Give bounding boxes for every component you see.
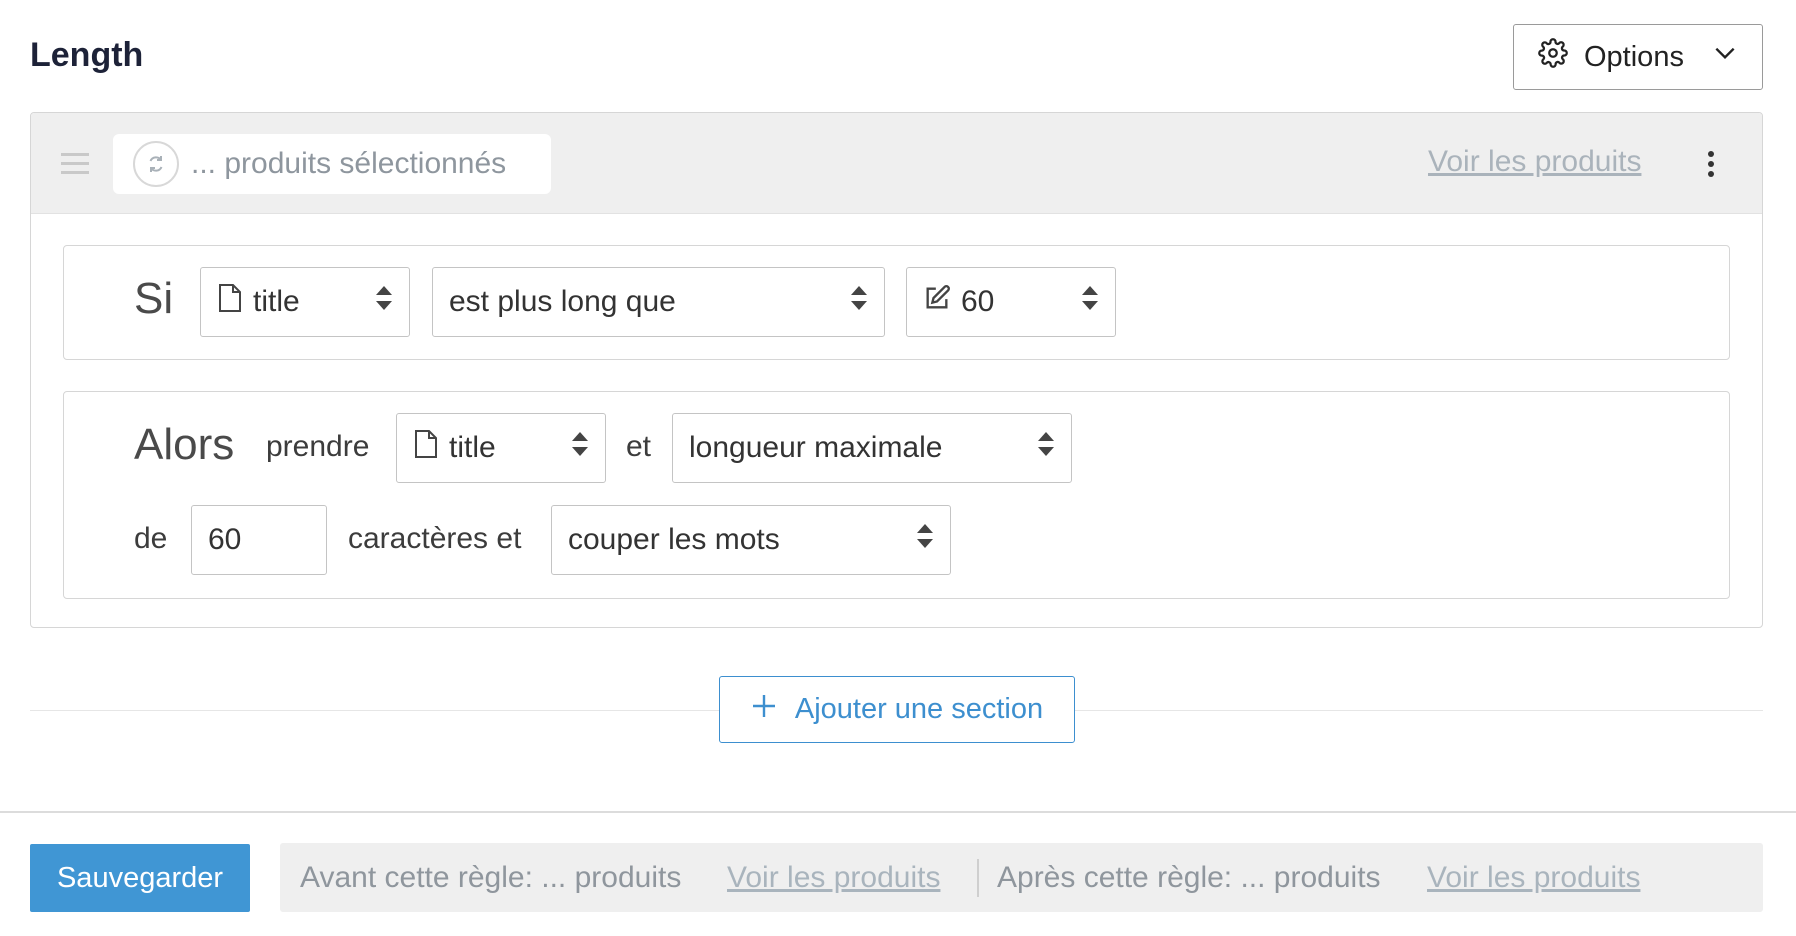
compare-value: 60 [961,285,995,318]
more-options-icon[interactable] [1707,151,1715,182]
sort-icon [850,285,868,319]
operator-select[interactable]: est plus long que [432,267,885,337]
section-header: ... produits sélectionnés Voir les produ… [31,113,1762,214]
before-view-products-link[interactable]: Voir les produits [727,861,940,895]
chars-and-label: caractères et [348,522,522,555]
document-icon [217,283,243,321]
rule-info-bar: Avant cette règle: ... produits Voir les… [280,843,1763,912]
refresh-icon [133,141,179,187]
chevron-down-icon [1712,40,1738,74]
rule-section-panel: ... produits sélectionnés Voir les produ… [30,112,1763,628]
sort-icon [916,523,934,557]
if-label: Si [134,274,174,323]
then-label: Alors [134,420,235,469]
compare-value-select[interactable]: 60 [906,267,1116,337]
length-input[interactable]: 60 [191,505,327,575]
after-view-products-link[interactable]: Voir les produits [1427,861,1640,895]
of-label: de [134,522,168,555]
condition-field-value: title [253,285,300,318]
length-value: 60 [208,523,242,556]
action-box: Alors prendre title et longueur maximale… [63,391,1730,599]
plus-icon [751,693,777,727]
footer-divider [0,811,1796,813]
drag-handle-icon[interactable] [61,151,91,182]
sort-icon [1037,431,1055,465]
add-section-button[interactable]: Ajouter une section [719,676,1075,743]
take-label: prendre [266,430,370,463]
before-rule-text: Avant cette règle: ... produits [300,861,682,894]
operator-value: est plus long que [449,285,676,318]
cut-mode-select[interactable]: couper les mots [551,505,951,575]
mode-value: longueur maximale [689,431,943,464]
info-separator [977,859,979,897]
sort-icon [1081,285,1099,319]
add-section-label: Ajouter une section [794,693,1044,725]
condition-box: Si title est plus long que 60 [63,245,1730,360]
options-button[interactable]: Options [1513,24,1763,90]
selected-products-pill[interactable]: ... produits sélectionnés [113,134,551,194]
and-label: et [626,430,652,463]
save-button[interactable]: Sauvegarder [30,844,250,912]
sort-icon [375,285,393,319]
view-products-link[interactable]: Voir les produits [1428,145,1641,179]
cut-mode-value: couper les mots [568,523,780,556]
after-rule-text: Après cette règle: ... produits [997,861,1381,894]
page-title: Length [30,36,144,74]
gear-icon [1538,38,1568,76]
options-label: Options [1584,40,1684,73]
condition-field-select[interactable]: title [200,267,410,337]
action-field-select[interactable]: title [396,413,606,483]
sort-icon [571,431,589,465]
edit-icon [923,284,951,320]
selected-products-text: ... produits sélectionnés [191,147,507,180]
document-icon [413,429,439,467]
action-field-value: title [449,431,496,464]
mode-select[interactable]: longueur maximale [672,413,1072,483]
